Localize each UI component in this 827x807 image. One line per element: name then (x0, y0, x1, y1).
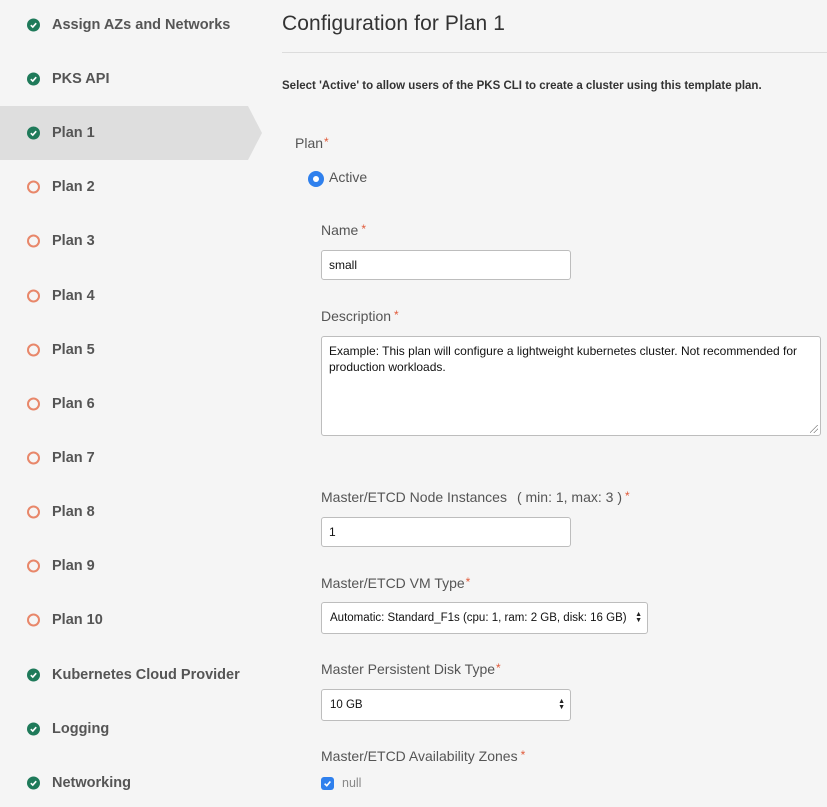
sidebar-item-plan-7[interactable]: Plan 7 (0, 431, 248, 485)
name-label: Name * (321, 222, 366, 238)
sidebar-item-label: Plan 6 (52, 396, 95, 412)
sidebar-item-plan-3[interactable]: Plan 3 (0, 214, 248, 268)
sidebar-item-plan-1[interactable]: Plan 1 (0, 106, 262, 160)
sidebar-item-plan-6[interactable]: Plan 6 (0, 377, 248, 431)
incomplete-circle-icon (27, 234, 40, 248)
required-marker: * (465, 575, 471, 589)
check-circle-icon (27, 126, 40, 140)
incomplete-circle-icon (27, 343, 40, 357)
intro-text: Select 'Active' to allow users of the PK… (282, 80, 762, 92)
sidebar-item-label: Networking (52, 775, 131, 791)
sidebar-item-label: Assign AZs and Networks (52, 17, 231, 33)
incomplete-circle-icon (27, 451, 40, 465)
instances-input[interactable] (321, 517, 571, 547)
sidebar-item-label: Plan 2 (52, 179, 95, 195)
required-marker: * (520, 748, 526, 762)
instances-label-text: Master/ETCD Node Instances (321, 489, 507, 505)
check-circle-icon (27, 18, 40, 32)
sidebar-item-label: Plan 1 (52, 125, 95, 141)
sidebar-item-kubernetes-cloud-provider[interactable]: Kubernetes Cloud Provider (0, 648, 248, 702)
check-circle-icon (27, 72, 40, 86)
radio-dot-icon (313, 176, 319, 182)
name-input[interactable] (321, 250, 571, 280)
plan-label-text: Plan (295, 135, 324, 151)
sidebar-item-logging[interactable]: Logging (0, 702, 248, 756)
az-null-checkbox[interactable] (321, 777, 334, 790)
required-marker: * (361, 222, 367, 236)
sidebar-item-label: PKS API (52, 71, 110, 87)
required-marker: * (496, 661, 501, 675)
vm-type-value: Automatic: Standard_F1s (cpu: 1, ram: 2 … (330, 612, 627, 624)
required-marker: * (324, 135, 329, 149)
sidebar-item-label: Logging (52, 721, 110, 737)
vm-type-label-text: Master/ETCD VM Type (321, 575, 465, 591)
sidebar-item-label: Plan 8 (52, 504, 95, 520)
disk-type-value: 10 GB (330, 699, 363, 711)
sidebar-item-label: Plan 9 (52, 558, 95, 574)
incomplete-circle-icon (27, 397, 40, 411)
instances-hint: ( min: 1, max: 3 ) (516, 489, 622, 505)
sidebar-item-plan-9[interactable]: Plan 9 (0, 539, 248, 593)
disk-type-select[interactable]: 10 GB ▲ ▼ (321, 689, 571, 721)
page-title: Configuration for Plan 1 (282, 12, 506, 35)
description-textarea[interactable]: Example: This plan will configure a ligh… (321, 336, 821, 436)
disk-type-label: Master Persistent Disk Type* (321, 661, 501, 677)
required-marker: * (394, 308, 399, 322)
sidebar-item-label: Plan 3 (52, 233, 95, 249)
check-circle-icon (27, 776, 40, 790)
sidebar-item-plan-5[interactable]: Plan 5 (0, 323, 248, 377)
vm-type-select[interactable]: Automatic: Standard_F1s (cpu: 1, ram: 2 … (321, 602, 648, 634)
required-marker: * (625, 489, 630, 503)
sidebar-item-pks-api[interactable]: PKS API (0, 52, 248, 106)
main-panel: Configuration for Plan 1 Select 'Active'… (262, 0, 827, 807)
name-label-text: Name (321, 222, 359, 238)
incomplete-circle-icon (27, 180, 40, 194)
description-label-text: Description (321, 308, 392, 324)
check-circle-icon (27, 668, 40, 682)
checkmark-icon (324, 780, 331, 787)
sidebar-item-plan-2[interactable]: Plan 2 (0, 160, 248, 214)
sidebar-item-label: Plan 4 (52, 288, 95, 304)
title-divider (282, 52, 827, 53)
sidebar-item-assign-azs-and-networks[interactable]: Assign AZs and Networks (0, 0, 248, 52)
sidebar-item-plan-10[interactable]: Plan 10 (0, 593, 248, 647)
az-null-label: null (342, 776, 362, 790)
active-radio-label: Active (329, 169, 368, 185)
plan-label: Plan* (295, 135, 329, 151)
sidebar-item-label: Plan 5 (52, 342, 95, 358)
description-label: Description * (321, 308, 399, 324)
disk-type-label-text: Master Persistent Disk Type (321, 661, 496, 677)
incomplete-circle-icon (27, 505, 40, 519)
sidebar-item-label: Kubernetes Cloud Provider (52, 667, 240, 683)
sidebar-item-label: Plan 10 (52, 612, 103, 628)
instances-label: Master/ETCD Node Instances ( min: 1, max:… (321, 489, 630, 505)
sidebar-item-plan-8[interactable]: Plan 8 (0, 485, 248, 539)
select-arrows-icon: ▲ ▼ (558, 698, 565, 711)
azs-label-text: Master/ETCD Availability Zones (321, 748, 518, 764)
incomplete-circle-icon (27, 289, 40, 303)
sidebar: Assign AZs and Networks PKS API Plan 1 P… (0, 0, 262, 807)
active-radio[interactable] (308, 171, 324, 187)
incomplete-circle-icon (27, 559, 40, 573)
azs-label: Master/ETCD Availability Zones * (321, 748, 525, 764)
resize-grip-icon[interactable] (810, 425, 818, 433)
sidebar-item-plan-4[interactable]: Plan 4 (0, 269, 248, 323)
vm-type-label: Master/ETCD VM Type* (321, 575, 470, 591)
sidebar-item-label: Plan 7 (52, 450, 95, 466)
incomplete-circle-icon (27, 613, 40, 627)
check-circle-icon (27, 722, 40, 736)
sidebar-item-networking[interactable]: Networking (0, 756, 248, 807)
select-arrows-icon: ▲ ▼ (635, 611, 642, 624)
description-value: Example: This plan will configure a ligh… (329, 344, 798, 374)
